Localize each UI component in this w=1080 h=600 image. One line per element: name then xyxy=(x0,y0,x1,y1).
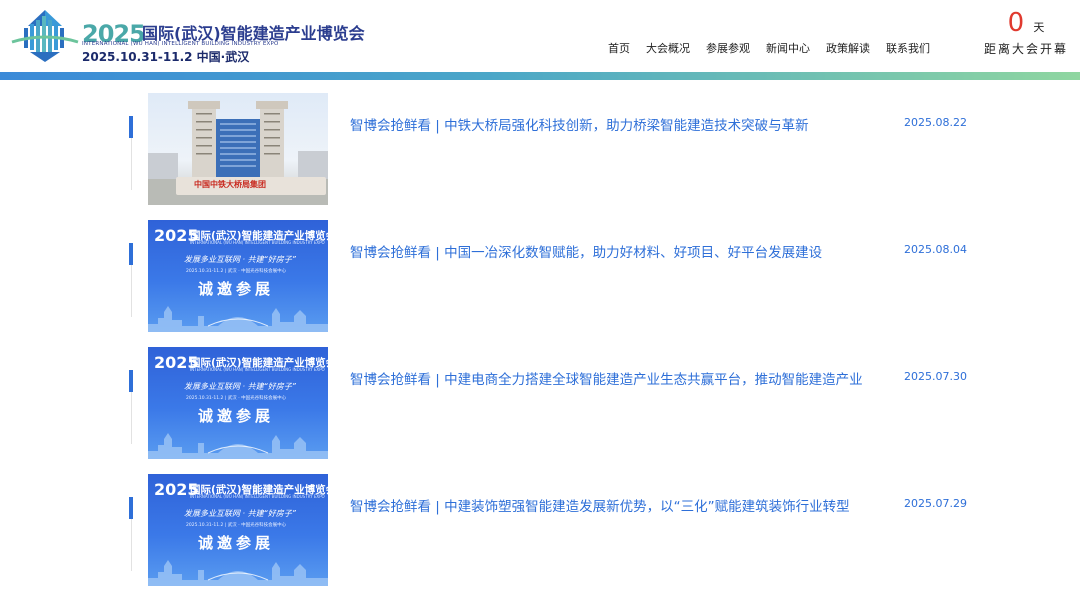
item-marker-line xyxy=(131,138,132,190)
item-marker xyxy=(129,243,133,265)
news-title[interactable]: 智博会抢鲜看 | 中建电商全力搭建全球智能建造产业生态共赢平台，推动智能建造产业 xyxy=(350,368,863,388)
item-marker-line xyxy=(131,265,132,317)
countdown: 0 天 距离大会开幕 xyxy=(976,8,1076,57)
poster-slogan: 发展多业互联网 · 共建“好房子” xyxy=(184,255,296,264)
expo-logo[interactable]: 2025 国际(武汉)智能建造产业博览会 INTERNATIONAL (WU H… xyxy=(10,6,365,64)
news-item[interactable]: 中国中铁大桥局集团 智博会抢鲜看 | 中铁大桥局强化科技创新，助力桥梁智能建造技… xyxy=(128,92,968,219)
expo-poster: 2025 国际(武汉)智能建造产业博览会 INTERNATIONAL (WU H… xyxy=(148,347,328,459)
item-marker-line xyxy=(131,519,132,571)
countdown-label: 距离大会开幕 xyxy=(983,42,1068,56)
skyline-icon xyxy=(148,433,328,459)
news-item[interactable]: 2025 国际(武汉)智能建造产业博览会 INTERNATIONAL (WU H… xyxy=(128,346,968,473)
item-marker xyxy=(129,370,133,392)
poster-slogan: 发展多业互联网 · 共建“好房子” xyxy=(184,509,296,518)
news-thumbnail[interactable]: 2025 国际(武汉)智能建造产业博览会 INTERNATIONAL (WU H… xyxy=(148,474,328,586)
news-date: 2025.07.29 xyxy=(904,497,967,510)
skyline-icon xyxy=(148,306,328,332)
logo-english: INTERNATIONAL (WU HAN) INTELLIGENT BUILD… xyxy=(82,41,279,47)
poster-slogan: 发展多业互联网 · 共建“好房子” xyxy=(184,382,296,391)
poster-invite: 诚邀参展 xyxy=(198,534,275,552)
news-date: 2025.08.04 xyxy=(904,243,967,256)
news-title[interactable]: 智博会抢鲜看 | 中建装饰塑强智能建造发展新优势，以“三化”赋能建筑装饰行业转型 xyxy=(350,495,850,515)
nav-overview[interactable]: 大会概况 xyxy=(646,40,690,56)
news-item[interactable]: 2025 国际(武汉)智能建造产业博览会 INTERNATIONAL (WU H… xyxy=(128,219,968,346)
poster-english: INTERNATIONAL (WU HAN) INTELLIGENT BUILD… xyxy=(190,240,325,245)
nav-exhibit-visit[interactable]: 参展参观 xyxy=(706,40,750,56)
news-title[interactable]: 智博会抢鲜看 | 中国一冶深化数智赋能，助力好材料、好项目、好平台发展建设 xyxy=(350,241,822,261)
news-title[interactable]: 智博会抢鲜看 | 中铁大桥局强化科技创新，助力桥梁智能建造技术突破与革新 xyxy=(350,114,809,134)
poster-english: INTERNATIONAL (WU HAN) INTELLIGENT BUILD… xyxy=(190,494,325,499)
item-marker xyxy=(129,497,133,519)
poster-english: INTERNATIONAL (WU HAN) INTELLIGENT BUILD… xyxy=(190,367,325,372)
skyline-icon xyxy=(148,560,328,586)
news-thumbnail[interactable]: 2025 国际(武汉)智能建造产业博览会 INTERNATIONAL (WU H… xyxy=(148,220,328,332)
building-photo: 中国中铁大桥局集团 xyxy=(148,93,328,205)
expo-logo-icon xyxy=(11,10,79,62)
site-header: 2025 国际(武汉)智能建造产业博览会 INTERNATIONAL (WU H… xyxy=(0,0,1080,74)
news-thumbnail[interactable]: 2025 国际(武汉)智能建造产业博览会 INTERNATIONAL (WU H… xyxy=(148,347,328,459)
news-item[interactable]: 2025 国际(武汉)智能建造产业博览会 INTERNATIONAL (WU H… xyxy=(128,473,968,600)
poster-subtitle: 2025.10.31-11.2 | 武汉 · 中国光谷科技会展中心 xyxy=(186,396,287,401)
item-marker xyxy=(129,116,133,138)
poster-subtitle: 2025.10.31-11.2 | 武汉 · 中国光谷科技会展中心 xyxy=(186,269,287,274)
news-date: 2025.07.30 xyxy=(904,370,967,383)
building-sign-text: 中国中铁大桥局集团 xyxy=(194,180,266,189)
expo-poster: 2025 国际(武汉)智能建造产业博览会 INTERNATIONAL (WU H… xyxy=(148,474,328,586)
item-marker-line xyxy=(131,392,132,444)
news-date: 2025.08.22 xyxy=(904,116,967,129)
nav-news-center[interactable]: 新闻中心 xyxy=(766,40,810,56)
nav-policy[interactable]: 政策解读 xyxy=(826,40,870,56)
logo-date: 2025.10.31-11.2 中国·武汉 xyxy=(82,50,250,64)
news-list: 中国中铁大桥局集团 智博会抢鲜看 | 中铁大桥局强化科技创新，助力桥梁智能建造技… xyxy=(128,92,968,600)
main-nav: 首页 大会概况 参展参观 新闻中心 政策解读 联系我们 xyxy=(608,40,946,56)
countdown-unit: 天 xyxy=(1033,21,1045,34)
countdown-number: 0 xyxy=(1007,8,1025,38)
news-thumbnail[interactable]: 中国中铁大桥局集团 xyxy=(148,93,328,205)
nav-contact[interactable]: 联系我们 xyxy=(886,40,930,56)
poster-invite: 诚邀参展 xyxy=(198,280,275,298)
poster-invite: 诚邀参展 xyxy=(198,407,275,425)
poster-subtitle: 2025.10.31-11.2 | 武汉 · 中国光谷科技会展中心 xyxy=(186,523,287,528)
header-gradient-bar xyxy=(0,72,1080,80)
expo-poster: 2025 国际(武汉)智能建造产业博览会 INTERNATIONAL (WU H… xyxy=(148,220,328,332)
nav-home[interactable]: 首页 xyxy=(608,40,630,56)
